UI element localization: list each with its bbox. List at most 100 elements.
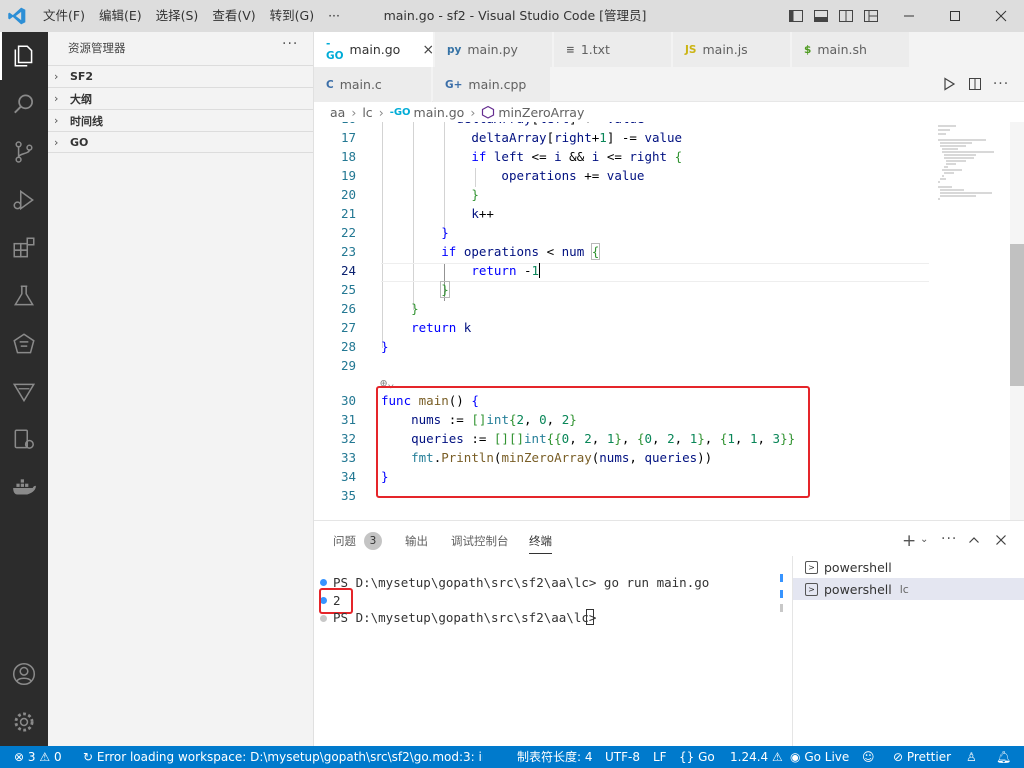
line-number: 25 xyxy=(340,282,356,297)
title-bar: 文件(F) 编辑(E) 选择(S) 查看(V) 转到(G) ··· main.g… xyxy=(0,0,1024,32)
workspace-error-status[interactable]: ↻ Error loading workspace: D:\mysetup\go… xyxy=(83,746,483,768)
breadcrumb-item[interactable]: minZeroArray xyxy=(498,105,584,120)
tab-size-status[interactable]: 制表符长度: 4 xyxy=(517,746,593,768)
editor-scrollbar-thumb[interactable] xyxy=(1010,244,1024,386)
eol-status[interactable]: LF xyxy=(653,746,667,768)
explorer-button[interactable] xyxy=(0,32,48,80)
extensions-button[interactable] xyxy=(0,224,48,272)
section-timeline[interactable]: › 时间线 xyxy=(48,109,313,131)
language-status[interactable]: {} Go xyxy=(679,746,715,768)
scroll-marker xyxy=(780,590,783,598)
tab-label: main.c xyxy=(339,77,382,92)
code-editor[interactable]: 16 17 18 19 20 21 22 23 24 25 26 27 28 2… xyxy=(314,122,1010,520)
panel-tab-debug-console[interactable]: 调试控制台 xyxy=(451,533,509,549)
copilot-status[interactable]: ☺ xyxy=(862,746,875,768)
minimize-button[interactable] xyxy=(886,0,932,32)
terminal-list-item-active[interactable]: > powershell lc xyxy=(793,578,1024,600)
run-debug-button[interactable] xyxy=(0,176,48,224)
maximize-button[interactable] xyxy=(932,0,978,32)
tab-main-go[interactable]: -GO main.go × xyxy=(314,32,434,67)
section-outline[interactable]: › 大纲 xyxy=(48,87,313,109)
remote-explorer-button[interactable] xyxy=(0,320,48,368)
line-number: 21 xyxy=(340,206,356,221)
prettier-label: Prettier xyxy=(906,750,952,764)
testing-button[interactable] xyxy=(0,272,48,320)
maximize-panel-icon[interactable] xyxy=(968,534,980,546)
breadcrumb-item[interactable]: lc xyxy=(362,105,372,120)
breadcrumb-item[interactable]: main.go xyxy=(414,105,465,120)
section-label: GO xyxy=(70,135,89,149)
line-number: 16 xyxy=(314,122,356,126)
filter-button[interactable] xyxy=(0,368,48,416)
panel-tab-problems[interactable]: 问题 xyxy=(333,533,356,549)
funnel-icon xyxy=(12,383,36,403)
manage-button[interactable] xyxy=(0,698,48,746)
panel-tab-output[interactable]: 输出 xyxy=(405,533,428,549)
tab-main-cpp[interactable]: G+ main.cpp xyxy=(433,67,551,102)
chevron-right-icon: › xyxy=(351,104,357,120)
command-decoration-icon xyxy=(320,579,327,586)
code-line: } xyxy=(441,225,449,240)
line-number: 20 xyxy=(340,187,356,202)
source-control-button[interactable] xyxy=(0,128,48,176)
accounts-status[interactable]: ♙ xyxy=(966,746,977,768)
window-title: main.go - sf2 - Visual Studio Code [管理员] xyxy=(383,8,647,23)
toggle-secondary-sidebar-icon[interactable] xyxy=(838,8,854,24)
tab-main-sh[interactable]: $ main.sh xyxy=(792,32,910,67)
panel-more-button[interactable]: ··· xyxy=(941,531,957,547)
python-file-icon: py xyxy=(447,43,462,56)
tab-main-py[interactable]: py main.py xyxy=(435,32,553,67)
problems-status[interactable]: ⊗ 3 ⚠ 0 xyxy=(14,746,62,768)
menu-edit[interactable]: 编辑(E) xyxy=(92,0,149,32)
notifications-status[interactable]: 🔔︎ xyxy=(996,746,1011,768)
remote-settings-button[interactable] xyxy=(0,416,48,464)
tab-close-icon[interactable]: × xyxy=(422,42,434,58)
close-icon xyxy=(995,10,1007,22)
tab-1-txt[interactable]: ≡ 1.txt xyxy=(554,32,672,67)
minimap[interactable] xyxy=(936,122,1010,520)
customize-layout-icon[interactable] xyxy=(863,8,879,24)
close-window-button[interactable] xyxy=(978,0,1024,32)
chevron-down-icon[interactable]: ⌄ xyxy=(920,534,928,545)
menu-view[interactable]: 查看(V) xyxy=(205,0,262,32)
breadcrumb-item[interactable]: aa xyxy=(330,105,345,120)
split-editor-button[interactable] xyxy=(966,75,984,93)
code-line: deltaArray[left] += value xyxy=(381,122,644,126)
go-live-status[interactable]: ◉ Go Live xyxy=(790,746,849,768)
code-line: if left <= i && i <= right { xyxy=(471,149,683,164)
menu-file[interactable]: 文件(F) xyxy=(36,0,92,32)
panel-tab-terminal[interactable]: 终端 xyxy=(529,533,552,554)
terminal-list-item[interactable]: > powershell xyxy=(793,556,1024,578)
run-file-button[interactable] xyxy=(940,75,958,93)
toggle-panel-icon[interactable] xyxy=(813,8,829,24)
tab-main-js[interactable]: JS main.js xyxy=(673,32,791,67)
docker-button[interactable] xyxy=(0,464,48,512)
go-version-status[interactable]: 1.24.4 ⚠ xyxy=(730,746,783,768)
toggle-sidebar-icon[interactable] xyxy=(788,8,804,24)
code-line: operations += value xyxy=(501,168,645,183)
line-number: 34 xyxy=(340,469,356,484)
problems-count-badge: 3 xyxy=(364,532,382,550)
warning-count: 0 xyxy=(53,750,62,764)
menu-selection[interactable]: 选择(S) xyxy=(149,0,206,32)
remote-icon xyxy=(13,333,35,354)
section-go[interactable]: › GO xyxy=(48,131,313,153)
section-label: 时间线 xyxy=(70,114,103,128)
section-sf2[interactable]: › SF2 xyxy=(48,65,313,87)
chevron-right-icon: › xyxy=(54,92,59,105)
encoding-status[interactable]: UTF-8 xyxy=(605,746,640,768)
tab-main-c[interactable]: C main.c xyxy=(314,67,432,102)
docker-icon xyxy=(13,479,36,495)
search-icon xyxy=(14,94,33,114)
search-button[interactable] xyxy=(0,80,48,128)
code-line: k++ xyxy=(471,206,494,221)
more-actions-button[interactable]: ··· xyxy=(992,75,1010,93)
line-number: 27 xyxy=(340,320,356,335)
sidebar-more-button[interactable]: ··· xyxy=(282,36,298,52)
line-number: 32 xyxy=(340,431,356,446)
prettier-status[interactable]: ⊘ Prettier xyxy=(893,746,951,768)
terminal-prompt[interactable]: PS D:\mysetup\gopath\src\sf2\aa\lc> xyxy=(333,610,604,625)
close-panel-icon[interactable] xyxy=(995,534,1007,546)
accounts-button[interactable] xyxy=(0,650,48,698)
new-terminal-button[interactable]: + xyxy=(902,531,916,551)
